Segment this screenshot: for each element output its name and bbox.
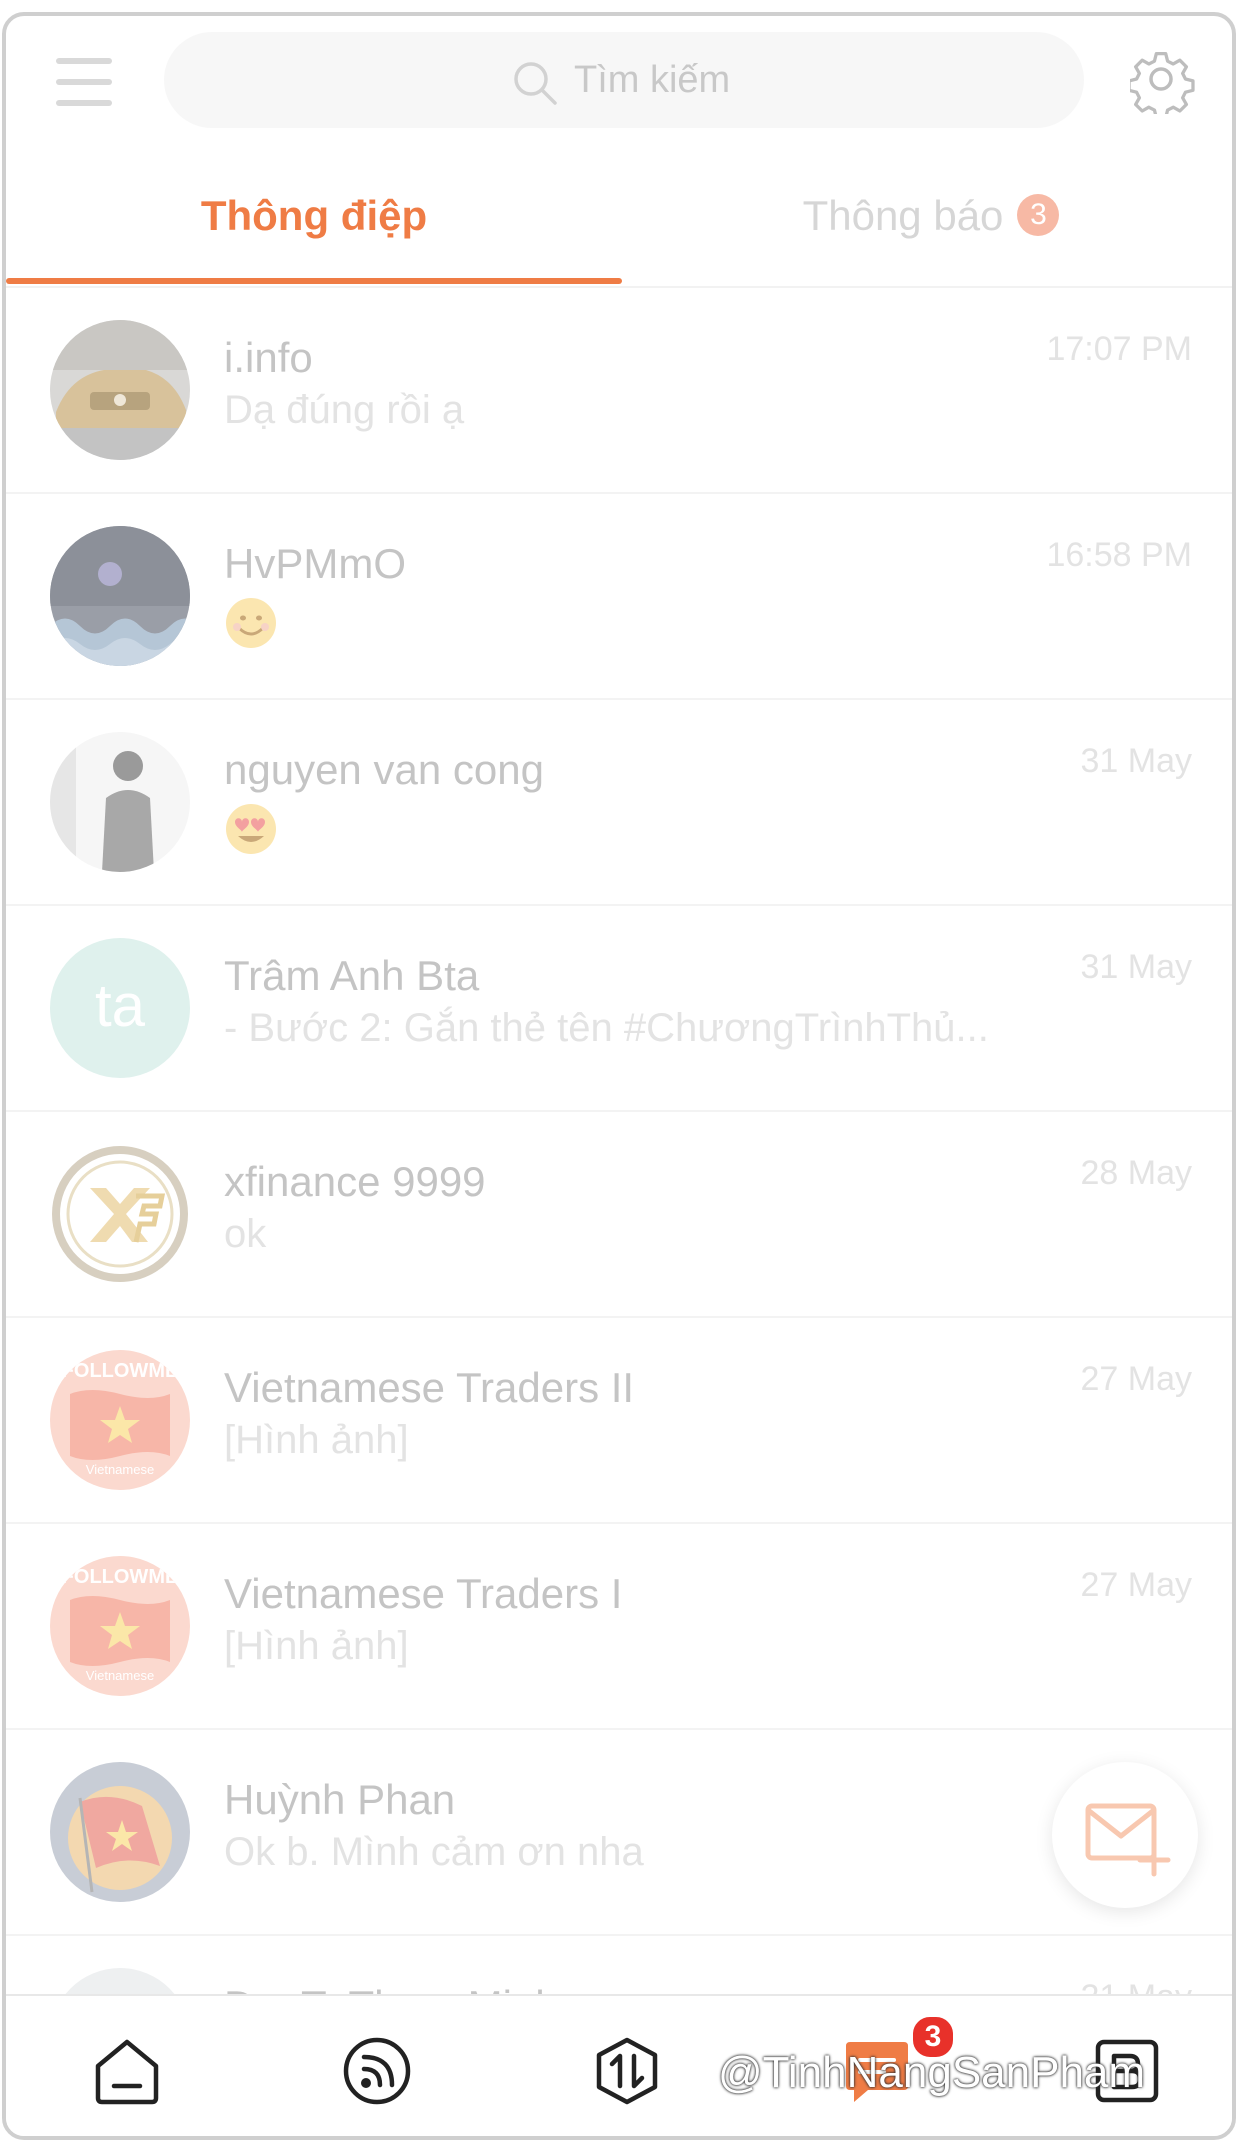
conversation-time: 31 May: [1080, 742, 1193, 780]
conversation-row[interactable]: ta Trâm Anh Bta - Bước 2: Gắn thẻ tên #C…: [6, 906, 1232, 1112]
conversation-time: 16:58 PM: [1046, 536, 1192, 574]
conversation-name: i.info: [224, 334, 313, 381]
conversation-time: 31 May: [1080, 948, 1193, 986]
conversation-time: 17:07 PM: [1046, 330, 1192, 368]
avatar: [50, 320, 190, 460]
conversation-preview: - Bước 2: Gắn thẻ tên #ChươngTrìnhThủ...: [224, 1006, 989, 1050]
avatar: FOLLOWME Vietnamese: [50, 1556, 190, 1696]
avatar-label: FOLLOWME: [61, 1566, 179, 1588]
compose-message-button[interactable]: [1052, 1762, 1198, 1908]
conversation-preview: Ok b. Mình cảm ơn nha: [224, 1830, 644, 1874]
avatar-label: Vietnamese: [85, 1462, 155, 1477]
conversation-time: 28 May: [1080, 1154, 1193, 1192]
avatar: [50, 732, 190, 872]
search-icon: [514, 62, 557, 105]
conversation-preview: [Hình ảnh]: [224, 1624, 409, 1668]
conversation-row[interactable]: HvPMmO 16:58 PM: [6, 494, 1232, 700]
conversation-name: xfinance 9999: [224, 1158, 486, 1205]
avatar: [50, 526, 190, 666]
conversation-preview: [Hình ảnh]: [224, 1418, 409, 1462]
conversation-list: i.info Dạ đúng rồi ạ 17:07 PM HvPMmO 16:…: [6, 288, 1232, 2136]
avatar: [50, 1762, 190, 1902]
heart-eyes-emoji-icon: [226, 804, 276, 854]
conversation-name: Vietnamese Traders II: [224, 1364, 635, 1411]
tab-messages-label: Thông điệp: [200, 192, 428, 239]
tab-notifications-label: Thông báo: [802, 192, 1004, 239]
top-bar: Tìm kiếm: [6, 16, 1232, 144]
trade-icon[interactable]: [592, 2036, 662, 2106]
avatar-initials-text: ta: [94, 972, 146, 1039]
hamburger-menu-icon[interactable]: [52, 50, 116, 114]
conversation-row[interactable]: xfinance 9999 ok 28 May: [6, 1112, 1232, 1318]
conversation-row[interactable]: nguyen van cong 31 May: [6, 700, 1232, 906]
watermark-text: @TinhNangSanPham: [718, 2048, 1146, 2097]
conversation-row[interactable]: i.info Dạ đúng rồi ạ 17:07 PM: [6, 288, 1232, 494]
conversation-row[interactable]: FOLLOWME Vietnamese Vietnamese Traders I…: [6, 1524, 1232, 1730]
avatar-label: Vietnamese: [85, 1668, 155, 1683]
conversation-name: nguyen van cong: [224, 746, 544, 793]
conversation-name: Trâm Anh Bta: [224, 952, 480, 999]
conversation-name: HvPMmO: [224, 540, 406, 587]
app-frame: Tìm kiếm Thông điệp Thông báo 3 i.info D…: [2, 12, 1236, 2140]
avatar: [50, 1144, 190, 1284]
new-message-icon: [1085, 1803, 1171, 1877]
active-tab-indicator: [6, 278, 622, 284]
search-bar[interactable]: Tìm kiếm: [164, 32, 1084, 128]
feed-icon[interactable]: [342, 2036, 412, 2106]
tab-messages[interactable]: Thông điệp: [6, 146, 622, 286]
conversation-row[interactable]: FOLLOWME Vietnamese Vietnamese Traders I…: [6, 1318, 1232, 1524]
avatar: FOLLOWME Vietnamese: [50, 1350, 190, 1490]
gear-icon[interactable]: [1130, 48, 1196, 114]
conversation-row[interactable]: Huỳnh Phan Ok b. Mình cảm ơn nha: [6, 1730, 1232, 1936]
home-icon[interactable]: [92, 2036, 162, 2106]
conversation-preview: ok: [224, 1212, 267, 1256]
avatar-label: FOLLOWME: [61, 1360, 179, 1382]
conversation-preview: Dạ đúng rồi ạ: [224, 388, 465, 432]
conversation-name: Huỳnh Phan: [224, 1776, 456, 1823]
tab-notifications[interactable]: Thông báo 3: [622, 146, 1232, 286]
notification-count-badge: 3: [1017, 193, 1060, 236]
search-placeholder: Tìm kiếm: [574, 59, 731, 101]
conversation-time: 27 May: [1080, 1360, 1193, 1398]
conversation-time: 27 May: [1080, 1566, 1193, 1604]
conversation-name: Vietnamese Traders I: [224, 1570, 623, 1617]
smiling-emoji-icon: [226, 598, 276, 648]
avatar-initials: ta: [50, 938, 190, 1078]
bottom-navigation: 3 @TinhNangSanPham: [6, 1994, 1232, 2136]
tab-bar: Thông điệp Thông báo 3: [6, 146, 1232, 288]
